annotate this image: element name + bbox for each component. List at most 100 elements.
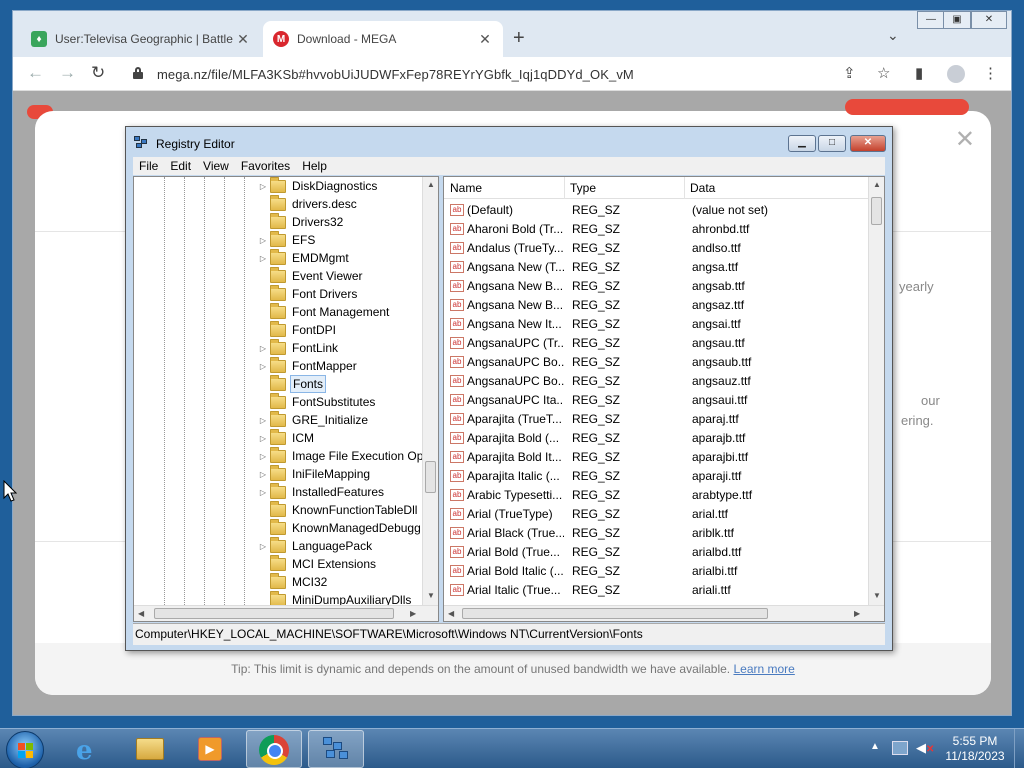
back-icon[interactable]: ← xyxy=(27,63,44,83)
values-list-pane[interactable]: Name Type Data ab (Default) REG_SZ (value n… xyxy=(443,176,885,622)
scroll-up-icon[interactable]: ▲ xyxy=(427,180,435,189)
tab-mega[interactable]: M Download - MEGA ✕ xyxy=(263,21,503,57)
column-separator[interactable] xyxy=(564,177,565,199)
tree-node[interactable]: ▷ InstalledFeatures xyxy=(258,482,386,501)
menu-edit[interactable]: Edit xyxy=(164,157,197,173)
value-row[interactable]: ab AngsanaUPC Bo... REG_SZ angsauz.ttf xyxy=(444,372,868,391)
tree-node[interactable]: Font Drivers xyxy=(258,284,359,303)
network-icon[interactable] xyxy=(892,741,908,755)
tree-node[interactable]: Drivers32 xyxy=(258,212,345,231)
volume-muted-icon[interactable]: ◀✕ xyxy=(916,740,934,756)
title-bar[interactable]: Registry Editor ▁ □ ✕ xyxy=(126,127,892,157)
red-button-partial[interactable] xyxy=(845,99,969,115)
value-row[interactable]: ab Arial Bold Italic (... REG_SZ arialbi.tt… xyxy=(444,562,868,581)
column-type-header[interactable]: Type xyxy=(570,181,596,195)
tree-node[interactable]: ▷ IniFileMapping xyxy=(258,464,372,483)
media-player-icon[interactable]: ▶ xyxy=(182,730,238,768)
tree-node[interactable]: ▷ EFS xyxy=(258,230,317,249)
show-desktop-button[interactable] xyxy=(1014,729,1024,768)
value-row[interactable]: ab Aparajita (TrueT... REG_SZ aparaj.ttf xyxy=(444,410,868,429)
tree-node[interactable]: Font Management xyxy=(258,302,391,321)
menu-favorites[interactable]: Favorites xyxy=(235,157,296,173)
tree-node[interactable]: KnownManagedDebugg xyxy=(258,518,423,537)
scroll-left-icon[interactable]: ◀ xyxy=(138,609,144,618)
value-row[interactable]: ab AngsanaUPC Ita... REG_SZ angsaui.ttf xyxy=(444,391,868,410)
tree-vertical-scrollbar[interactable]: ▲ ▼ xyxy=(422,177,438,605)
value-row[interactable]: ab Angsana New B... REG_SZ angsab.ttf xyxy=(444,277,868,296)
modal-close-icon[interactable]: ✕ xyxy=(955,125,975,154)
scroll-down-icon[interactable]: ▼ xyxy=(427,591,435,600)
value-row[interactable]: ab (Default) REG_SZ (value not set) xyxy=(444,201,868,220)
tree-horizontal-scrollbar[interactable]: ◀ ▶ xyxy=(134,605,438,621)
tree-node[interactable]: ▷ EMDMgmt xyxy=(258,248,351,267)
reload-icon[interactable]: ↻ xyxy=(91,63,105,83)
value-row[interactable]: ab AngsanaUPC Bo... REG_SZ angsaub.ttf xyxy=(444,353,868,372)
file-explorer-icon[interactable] xyxy=(122,730,178,768)
learn-more-link[interactable]: Learn more xyxy=(733,662,794,676)
tree-node[interactable]: ▷ FontLink xyxy=(258,338,340,357)
menu-view[interactable]: View xyxy=(197,157,235,173)
value-row[interactable]: ab Arabic Typesetti... REG_SZ arabtype.ttf xyxy=(444,486,868,505)
kebab-menu-icon[interactable]: ⋮ xyxy=(983,64,998,82)
expand-arrow-icon[interactable]: ▷ xyxy=(258,470,268,479)
scroll-thumb[interactable] xyxy=(425,461,436,493)
value-row[interactable]: ab Aharoni Bold (Tr... REG_SZ ahronbd.ttf xyxy=(444,220,868,239)
close-icon[interactable]: ✕ xyxy=(235,31,251,48)
expand-arrow-icon[interactable]: ▷ xyxy=(258,254,268,263)
menu-help[interactable]: Help xyxy=(296,157,333,173)
tree-node[interactable]: MCI Extensions xyxy=(258,554,378,573)
tray-overflow-icon[interactable]: ▲ xyxy=(870,741,880,752)
scroll-up-icon[interactable]: ▲ xyxy=(873,180,881,189)
value-row[interactable]: ab Arial Italic (True... REG_SZ ariali.ttf xyxy=(444,581,868,600)
tree-node[interactable]: ▷ Image File Execution Opt xyxy=(258,446,429,465)
lock-icon[interactable] xyxy=(133,67,143,79)
expand-arrow-icon[interactable]: ▷ xyxy=(258,488,268,497)
column-separator[interactable] xyxy=(684,177,685,199)
system-clock[interactable]: 5:55 PM 11/18/2023 xyxy=(940,734,1010,764)
regedit-icon[interactable] xyxy=(308,730,364,768)
tree-node[interactable]: FontSubstitutes xyxy=(258,392,377,411)
key-tree-pane[interactable]: ▷ DiskDiagnostics drivers.desc Drivers32 ▷ EF… xyxy=(133,176,439,622)
profile-avatar-icon[interactable] xyxy=(947,65,965,83)
tree-node[interactable]: ▷ DiskDiagnostics xyxy=(258,177,379,195)
value-row[interactable]: ab Aparajita Italic (... REG_SZ aparaji.ttf xyxy=(444,467,868,486)
maximize-button[interactable]: □ xyxy=(818,135,846,152)
scroll-thumb[interactable] xyxy=(154,608,394,619)
value-row[interactable]: ab Arial Bold (True... REG_SZ arialbd.ttf xyxy=(444,543,868,562)
window-minimize-button[interactable]: — xyxy=(917,11,945,29)
expand-arrow-icon[interactable]: ▷ xyxy=(258,452,268,461)
internet-explorer-icon[interactable]: e xyxy=(62,730,118,768)
tab-televisa[interactable]: ♦ User:Televisa Geographic | Battle ✕ xyxy=(21,21,261,57)
menu-file[interactable]: File xyxy=(133,157,164,173)
chrome-icon[interactable] xyxy=(246,730,302,768)
side-panel-icon[interactable]: ▮ xyxy=(915,64,923,82)
forward-icon[interactable]: → xyxy=(59,63,76,83)
tab-search-icon[interactable]: ⌄ xyxy=(887,27,899,44)
new-tab-button[interactable]: + xyxy=(513,27,525,50)
expand-arrow-icon[interactable]: ▷ xyxy=(258,182,268,191)
tree-node[interactable]: KnownFunctionTableDll xyxy=(258,500,419,519)
value-row[interactable]: ab Aparajita Bold (... REG_SZ aparajb.ttf xyxy=(444,429,868,448)
expand-arrow-icon[interactable]: ▷ xyxy=(258,542,268,551)
column-name-header[interactable]: Name xyxy=(450,181,482,195)
expand-arrow-icon[interactable]: ▷ xyxy=(258,434,268,443)
tree-node[interactable]: ▷ GRE_Initialize xyxy=(258,410,370,429)
window-restore-button[interactable]: ▣ xyxy=(943,11,971,29)
expand-arrow-icon[interactable]: ▷ xyxy=(258,344,268,353)
scroll-thumb[interactable] xyxy=(462,608,768,619)
address-bar[interactable]: mega.nz/file/MLFA3KSb#hvvobUiJUDWFxFep78… xyxy=(157,67,634,82)
close-button[interactable]: ✕ xyxy=(850,135,886,152)
scroll-left-icon[interactable]: ◀ xyxy=(448,609,454,618)
list-horizontal-scrollbar[interactable]: ◀ ▶ xyxy=(444,605,884,621)
value-row[interactable]: ab Arial Black (True... REG_SZ ariblk.ttf xyxy=(444,524,868,543)
scroll-right-icon[interactable]: ▶ xyxy=(410,609,416,618)
scroll-thumb[interactable] xyxy=(871,197,882,225)
scroll-right-icon[interactable]: ▶ xyxy=(854,609,860,618)
value-row[interactable]: ab Arial (TrueType) REG_SZ arial.ttf xyxy=(444,505,868,524)
value-row[interactable]: ab Angsana New B... REG_SZ angsaz.ttf xyxy=(444,296,868,315)
list-vertical-scrollbar[interactable]: ▲ ▼ xyxy=(868,177,884,605)
expand-arrow-icon[interactable]: ▷ xyxy=(258,416,268,425)
tree-node[interactable]: Fonts xyxy=(258,374,327,393)
share-icon[interactable]: ⇪ xyxy=(843,64,856,82)
expand-arrow-icon[interactable]: ▷ xyxy=(258,236,268,245)
